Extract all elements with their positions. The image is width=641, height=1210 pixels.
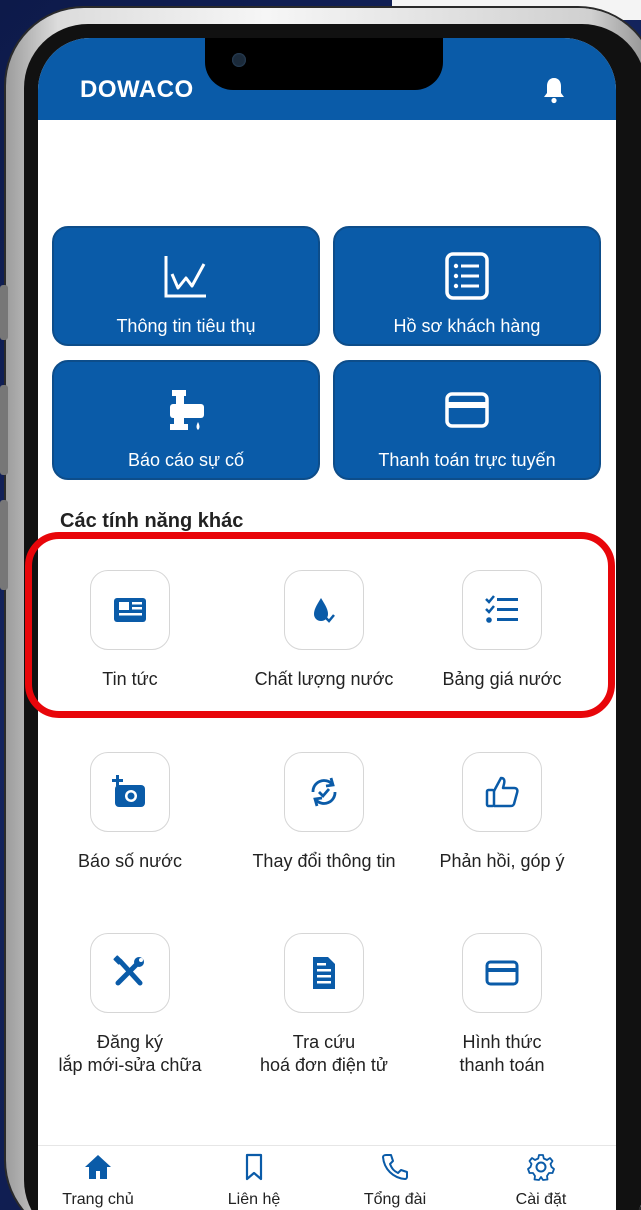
feature-icon-box — [462, 933, 542, 1013]
nav-hotline[interactable]: Tổng đài — [335, 1152, 455, 1209]
feature-payment-method[interactable]: Hình thức thanh toán — [412, 933, 592, 1077]
app-title: DOWACO — [80, 76, 194, 103]
bottom-nav: Trang chủ Liên hệ Tổng đài Cài đặt — [38, 1145, 616, 1210]
feature-meter-reading[interactable]: Báo số nước — [40, 752, 220, 873]
feature-label: Đăng ký lắp mới-sửa chữa — [40, 1031, 220, 1077]
feature-label: Báo số nước — [78, 851, 182, 871]
nav-label: Cài đặt — [515, 1191, 567, 1208]
highlight-box — [25, 532, 615, 718]
feature-label-line2: thanh toán — [459, 1055, 545, 1075]
feature-label-line1: Đăng ký — [96, 1032, 164, 1052]
phone-side-button — [0, 285, 8, 340]
invoice-icon — [313, 957, 335, 989]
feature-label-line1: Hình thức — [462, 1032, 542, 1052]
feature-label: Hình thức thanh toán — [412, 1031, 592, 1077]
tile-online-payment[interactable]: Thanh toán trực tuyến — [333, 360, 601, 480]
section-title: Các tính năng khác — [60, 510, 244, 532]
feature-icon-box — [90, 752, 170, 832]
feature-icon-box — [284, 933, 364, 1013]
thumbs-up-icon — [485, 776, 519, 808]
nav-contact[interactable]: Liên hệ — [194, 1152, 314, 1209]
front-camera — [232, 53, 246, 67]
feature-label-line2: hoá đơn điện tử — [260, 1055, 388, 1075]
feature-change-info[interactable]: Thay đổi thông tin — [234, 752, 414, 873]
tile-consumption-info[interactable]: Thông tin tiêu thụ — [52, 226, 320, 346]
chart-line-icon — [164, 256, 206, 298]
phone-side-button — [0, 385, 8, 475]
home-icon — [85, 1155, 111, 1179]
feature-register-repair[interactable]: Đăng ký lắp mới-sửa chữa — [40, 933, 220, 1077]
nav-label: Liên hệ — [227, 1191, 281, 1208]
feature-label-line1: Tra cứu — [292, 1032, 356, 1052]
tools-icon — [113, 955, 144, 986]
feature-icon-box — [284, 752, 364, 832]
feature-label: Tra cứu hoá đơn điện tử — [234, 1031, 414, 1077]
feature-icon-box — [90, 933, 170, 1013]
tile-incident-report[interactable]: Báo cáo sự cố — [52, 360, 320, 480]
feature-label-line2: lắp mới-sửa chữa — [58, 1055, 202, 1075]
tile-label: Hồ sơ khách hàng — [393, 316, 541, 336]
tile-label: Thông tin tiêu thụ — [116, 316, 256, 336]
feature-label: Thay đổi thông tin — [252, 851, 396, 871]
water-tap-icon — [170, 390, 204, 430]
feature-e-invoice[interactable]: Tra cứu hoá đơn điện tử — [234, 933, 414, 1077]
bell-icon[interactable] — [542, 76, 566, 104]
tile-label: Báo cáo sự cố — [127, 450, 245, 470]
add-camera-icon — [112, 775, 145, 807]
bookmark-icon — [245, 1153, 263, 1181]
nav-settings[interactable]: Cài đặt — [481, 1152, 601, 1209]
nav-home[interactable]: Trang chủ — [38, 1152, 158, 1209]
credit-card-icon — [445, 392, 489, 428]
gear-icon — [527, 1154, 555, 1181]
phone-icon — [382, 1154, 408, 1180]
feature-label: Phản hồi, góp ý — [439, 851, 565, 871]
feature-feedback[interactable]: Phản hồi, góp ý — [412, 752, 592, 873]
feature-icon-box — [462, 752, 542, 832]
tile-customer-profile[interactable]: Hồ sơ khách hàng — [333, 226, 601, 346]
phone-side-button — [0, 500, 8, 590]
list-document-icon — [445, 252, 489, 300]
nav-label: Trang chủ — [62, 1191, 134, 1208]
nav-label: Tổng đài — [363, 1191, 427, 1208]
sync-check-icon — [311, 777, 337, 807]
card-icon — [485, 960, 519, 986]
tile-label: Thanh toán trực tuyến — [378, 450, 556, 470]
